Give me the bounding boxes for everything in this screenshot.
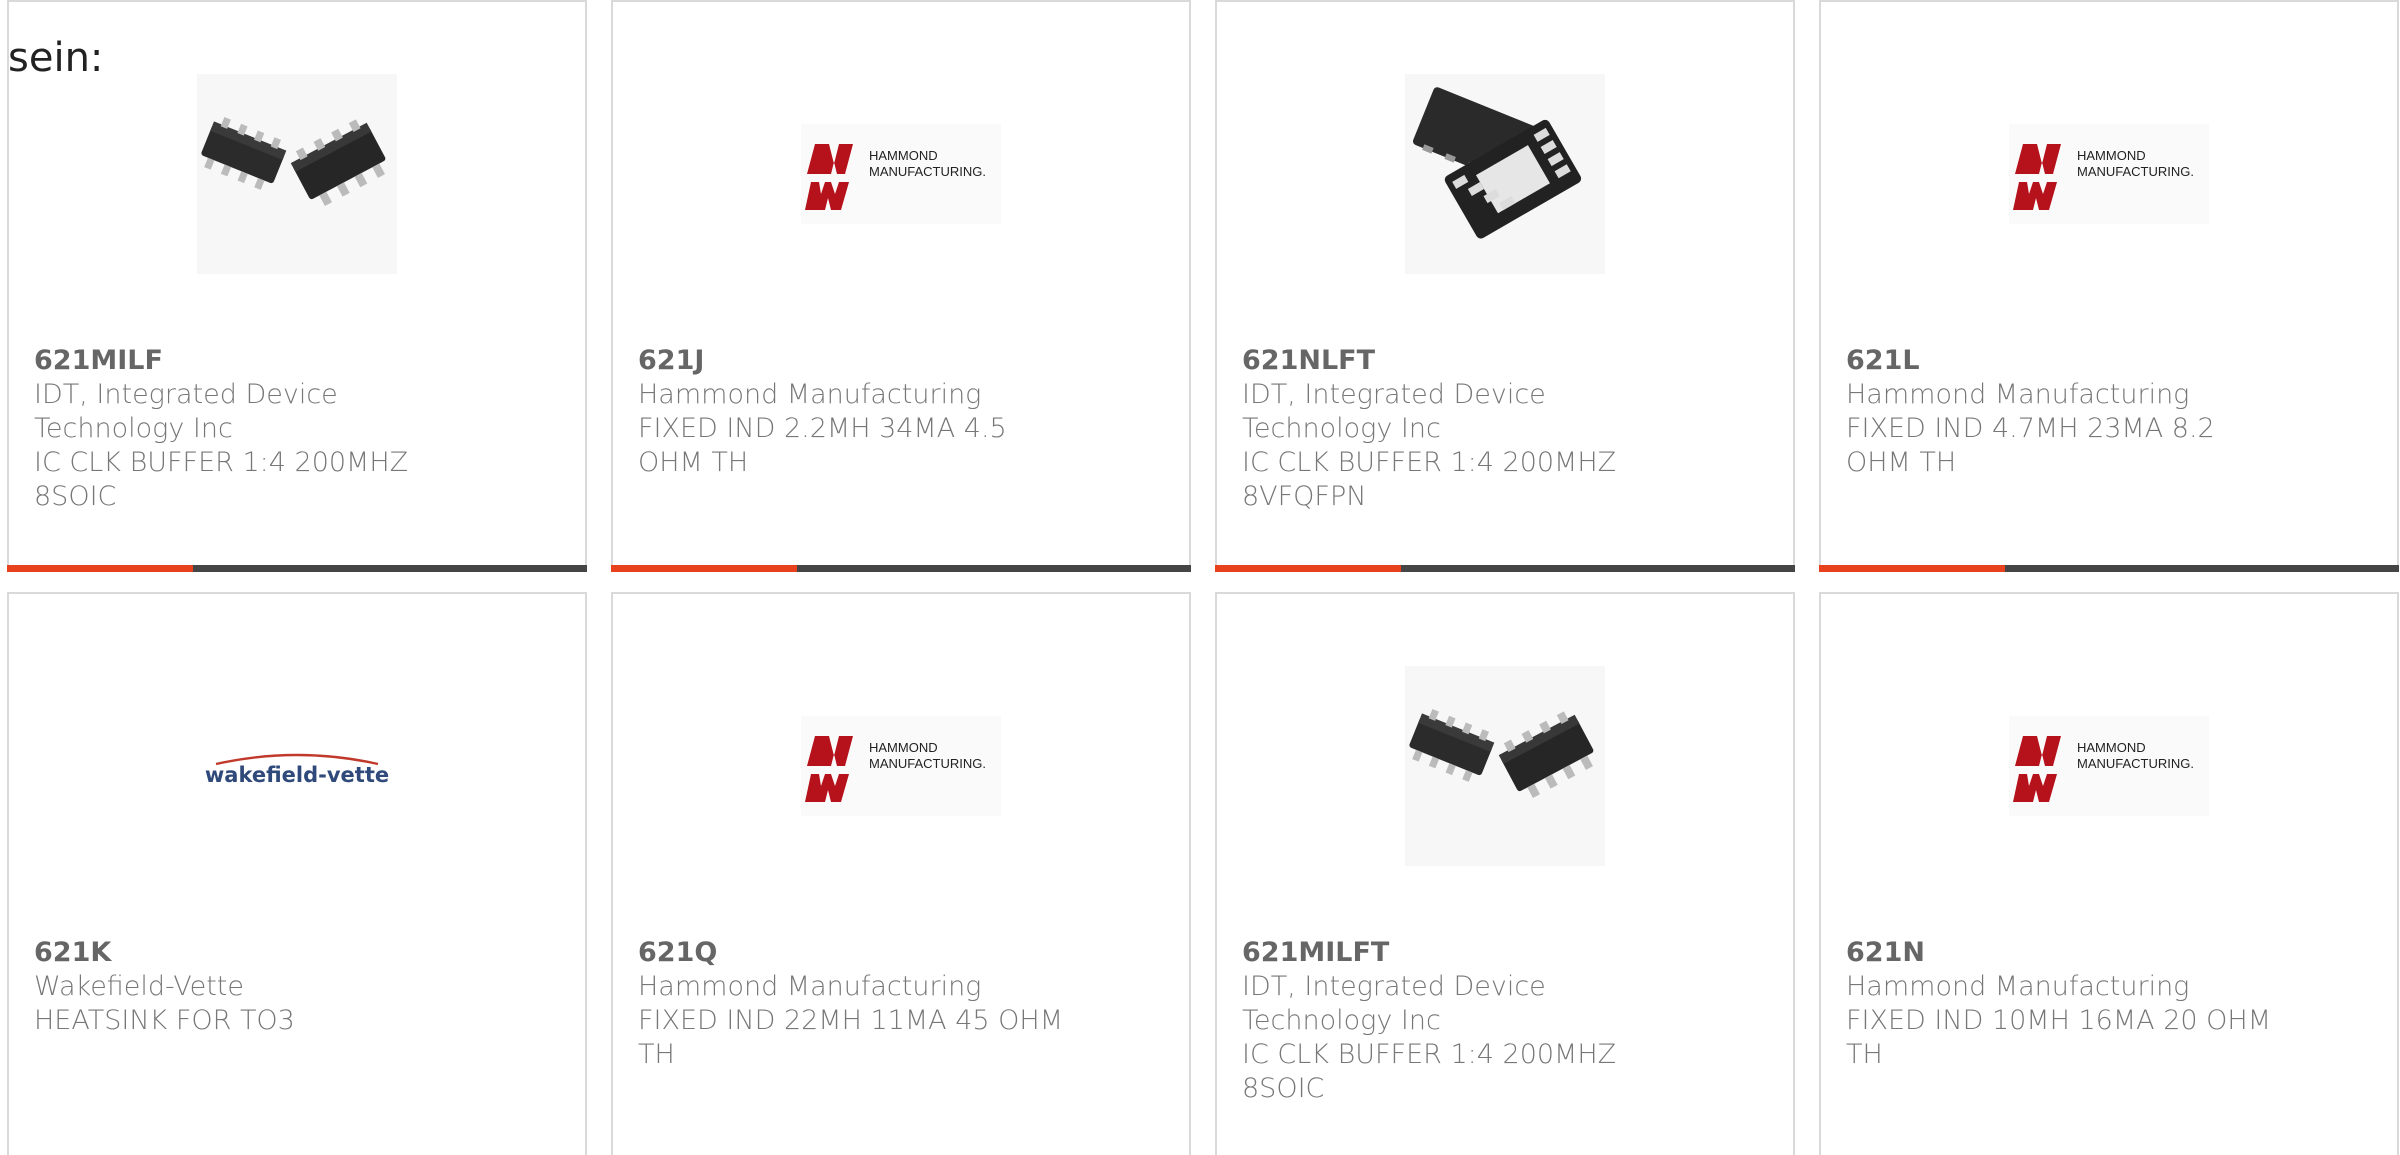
hammond-logo-line2: MANUFACTURING.	[2077, 164, 2194, 179]
hammond-logo-line2: MANUFACTURING.	[2077, 756, 2194, 771]
product-info: 621MILFT IDT, Integrated Device Technolog…	[1242, 936, 1672, 1106]
hammond-logo: HAMMOND MANUFACTURING.	[801, 124, 1001, 224]
part-number-link[interactable]: 621K	[34, 936, 464, 970]
product-card[interactable]: HAMMOND MANUFACTURING. 621L Hammond Manuf…	[1819, 0, 2399, 572]
product-description: FIXED IND 22MH 11MA 45 OHM TH	[638, 1005, 1063, 1070]
part-number-link[interactable]: 621N	[1846, 936, 2276, 970]
product-card[interactable]: 621MILFT IDT, Integrated Device Technolog…	[1215, 592, 1795, 1155]
product-info: 621Q Hammond Manufacturing FIXED IND 22MH …	[638, 936, 1068, 1072]
product-image[interactable]	[1217, 666, 1793, 866]
manufacturer-name: Hammond Manufacturing	[1846, 379, 2190, 410]
product-description: IC CLK BUFFER 1:4 200MHZ 8SOIC	[34, 447, 409, 512]
product-description: IC CLK BUFFER 1:4 200MHZ 8SOIC	[1242, 1039, 1617, 1104]
part-number-link[interactable]: 621J	[638, 344, 1068, 378]
part-number-link[interactable]: 621MILFT	[1242, 936, 1672, 970]
product-info: 621K Wakefield-Vette HEATSINK FOR TO3	[34, 936, 464, 1038]
soic-chip-icon	[1405, 666, 1605, 866]
product-image[interactable]: HAMMOND MANUFACTURING.	[1821, 74, 2397, 274]
product-description: FIXED IND 10MH 16MA 20 OHM TH	[1846, 1005, 2271, 1070]
product-info: 621J Hammond Manufacturing FIXED IND 2.2MH…	[638, 344, 1068, 480]
product-description: IC CLK BUFFER 1:4 200MHZ 8VFQFPN	[1242, 447, 1617, 512]
hammond-logo: HAMMOND MANUFACTURING.	[801, 716, 1001, 816]
hammond-logo: HAMMOND MANUFACTURING.	[2009, 124, 2209, 224]
part-number-link[interactable]: 621L	[1846, 344, 2276, 378]
hammond-logo-line1: HAMMOND	[2077, 740, 2146, 755]
hammond-logo-line2: MANUFACTURING.	[869, 756, 986, 771]
product-info: 621N Hammond Manufacturing FIXED IND 10MH …	[1846, 936, 2276, 1072]
manufacturer-name: Wakefield-Vette	[34, 971, 244, 1002]
card-accent-bar	[1215, 565, 1401, 572]
hammond-logo-line1: HAMMOND	[2077, 148, 2146, 163]
manufacturer-name: Hammond Manufacturing	[638, 971, 982, 1002]
card-accent-bar	[7, 565, 193, 572]
product-card[interactable]: HAMMOND MANUFACTURING. 621Q Hammond Manuf…	[611, 592, 1191, 1155]
product-image[interactable]: wakefield-vette	[9, 666, 585, 866]
hammond-logo: HAMMOND MANUFACTURING.	[2009, 716, 2209, 816]
product-description: FIXED IND 4.7MH 23MA 8.2 OHM TH	[1846, 413, 2215, 478]
product-card[interactable]: 621NLFT IDT, Integrated Device Technology…	[1215, 0, 1795, 572]
manufacturer-name: IDT, Integrated Device Technology Inc	[1242, 971, 1546, 1036]
hammond-logo-line1: HAMMOND	[869, 148, 938, 163]
product-card[interactable]: HAMMOND MANUFACTURING. 621J Hammond Manuf…	[611, 0, 1191, 572]
manufacturer-name: Hammond Manufacturing	[638, 379, 982, 410]
product-info: 621L Hammond Manufacturing FIXED IND 4.7MH…	[1846, 344, 2276, 480]
intro-text: sein:	[8, 35, 104, 81]
part-number-link[interactable]: 621NLFT	[1242, 344, 1672, 378]
wakefield-logo-text: wakefield-vette	[205, 763, 389, 787]
product-image[interactable]: HAMMOND MANUFACTURING.	[1821, 666, 2397, 866]
card-footer-bar	[1215, 565, 1795, 572]
product-info: 621NLFT IDT, Integrated Device Technology…	[1242, 344, 1672, 514]
card-accent-bar	[1819, 565, 2005, 572]
card-footer-bar	[7, 565, 587, 572]
product-grid-page: sein: 621MILF IDT, Integrated Device Tech…	[0, 0, 2400, 1155]
manufacturer-name: IDT, Integrated Device Technology Inc	[1242, 379, 1546, 444]
part-number-link[interactable]: 621Q	[638, 936, 1068, 970]
qfn-chip-icon	[1405, 74, 1605, 274]
wakefield-logo: wakefield-vette	[205, 753, 389, 787]
card-accent-bar	[611, 565, 797, 572]
part-number-link[interactable]: 621MILF	[34, 344, 464, 378]
product-image[interactable]	[1217, 74, 1793, 274]
hammond-logo-line2: MANUFACTURING.	[869, 164, 986, 179]
manufacturer-name: Hammond Manufacturing	[1846, 971, 2190, 1002]
product-description: HEATSINK FOR TO3	[34, 1005, 295, 1036]
product-info: 621MILF IDT, Integrated Device Technology…	[34, 344, 464, 514]
product-card[interactable]: HAMMOND MANUFACTURING. 621N Hammond Manuf…	[1819, 592, 2399, 1155]
soic-chip-icon	[197, 74, 397, 274]
product-description: FIXED IND 2.2MH 34MA 4.5 OHM TH	[638, 413, 1007, 478]
hammond-logo-line1: HAMMOND	[869, 740, 938, 755]
product-image[interactable]: HAMMOND MANUFACTURING.	[613, 666, 1189, 866]
card-footer-bar	[1819, 565, 2399, 572]
product-image[interactable]	[9, 74, 585, 274]
manufacturer-name: IDT, Integrated Device Technology Inc	[34, 379, 338, 444]
card-footer-bar	[611, 565, 1191, 572]
product-card[interactable]: wakefield-vette 621K Wakefield-Vette HEATS…	[7, 592, 587, 1155]
product-image[interactable]: HAMMOND MANUFACTURING.	[613, 74, 1189, 274]
